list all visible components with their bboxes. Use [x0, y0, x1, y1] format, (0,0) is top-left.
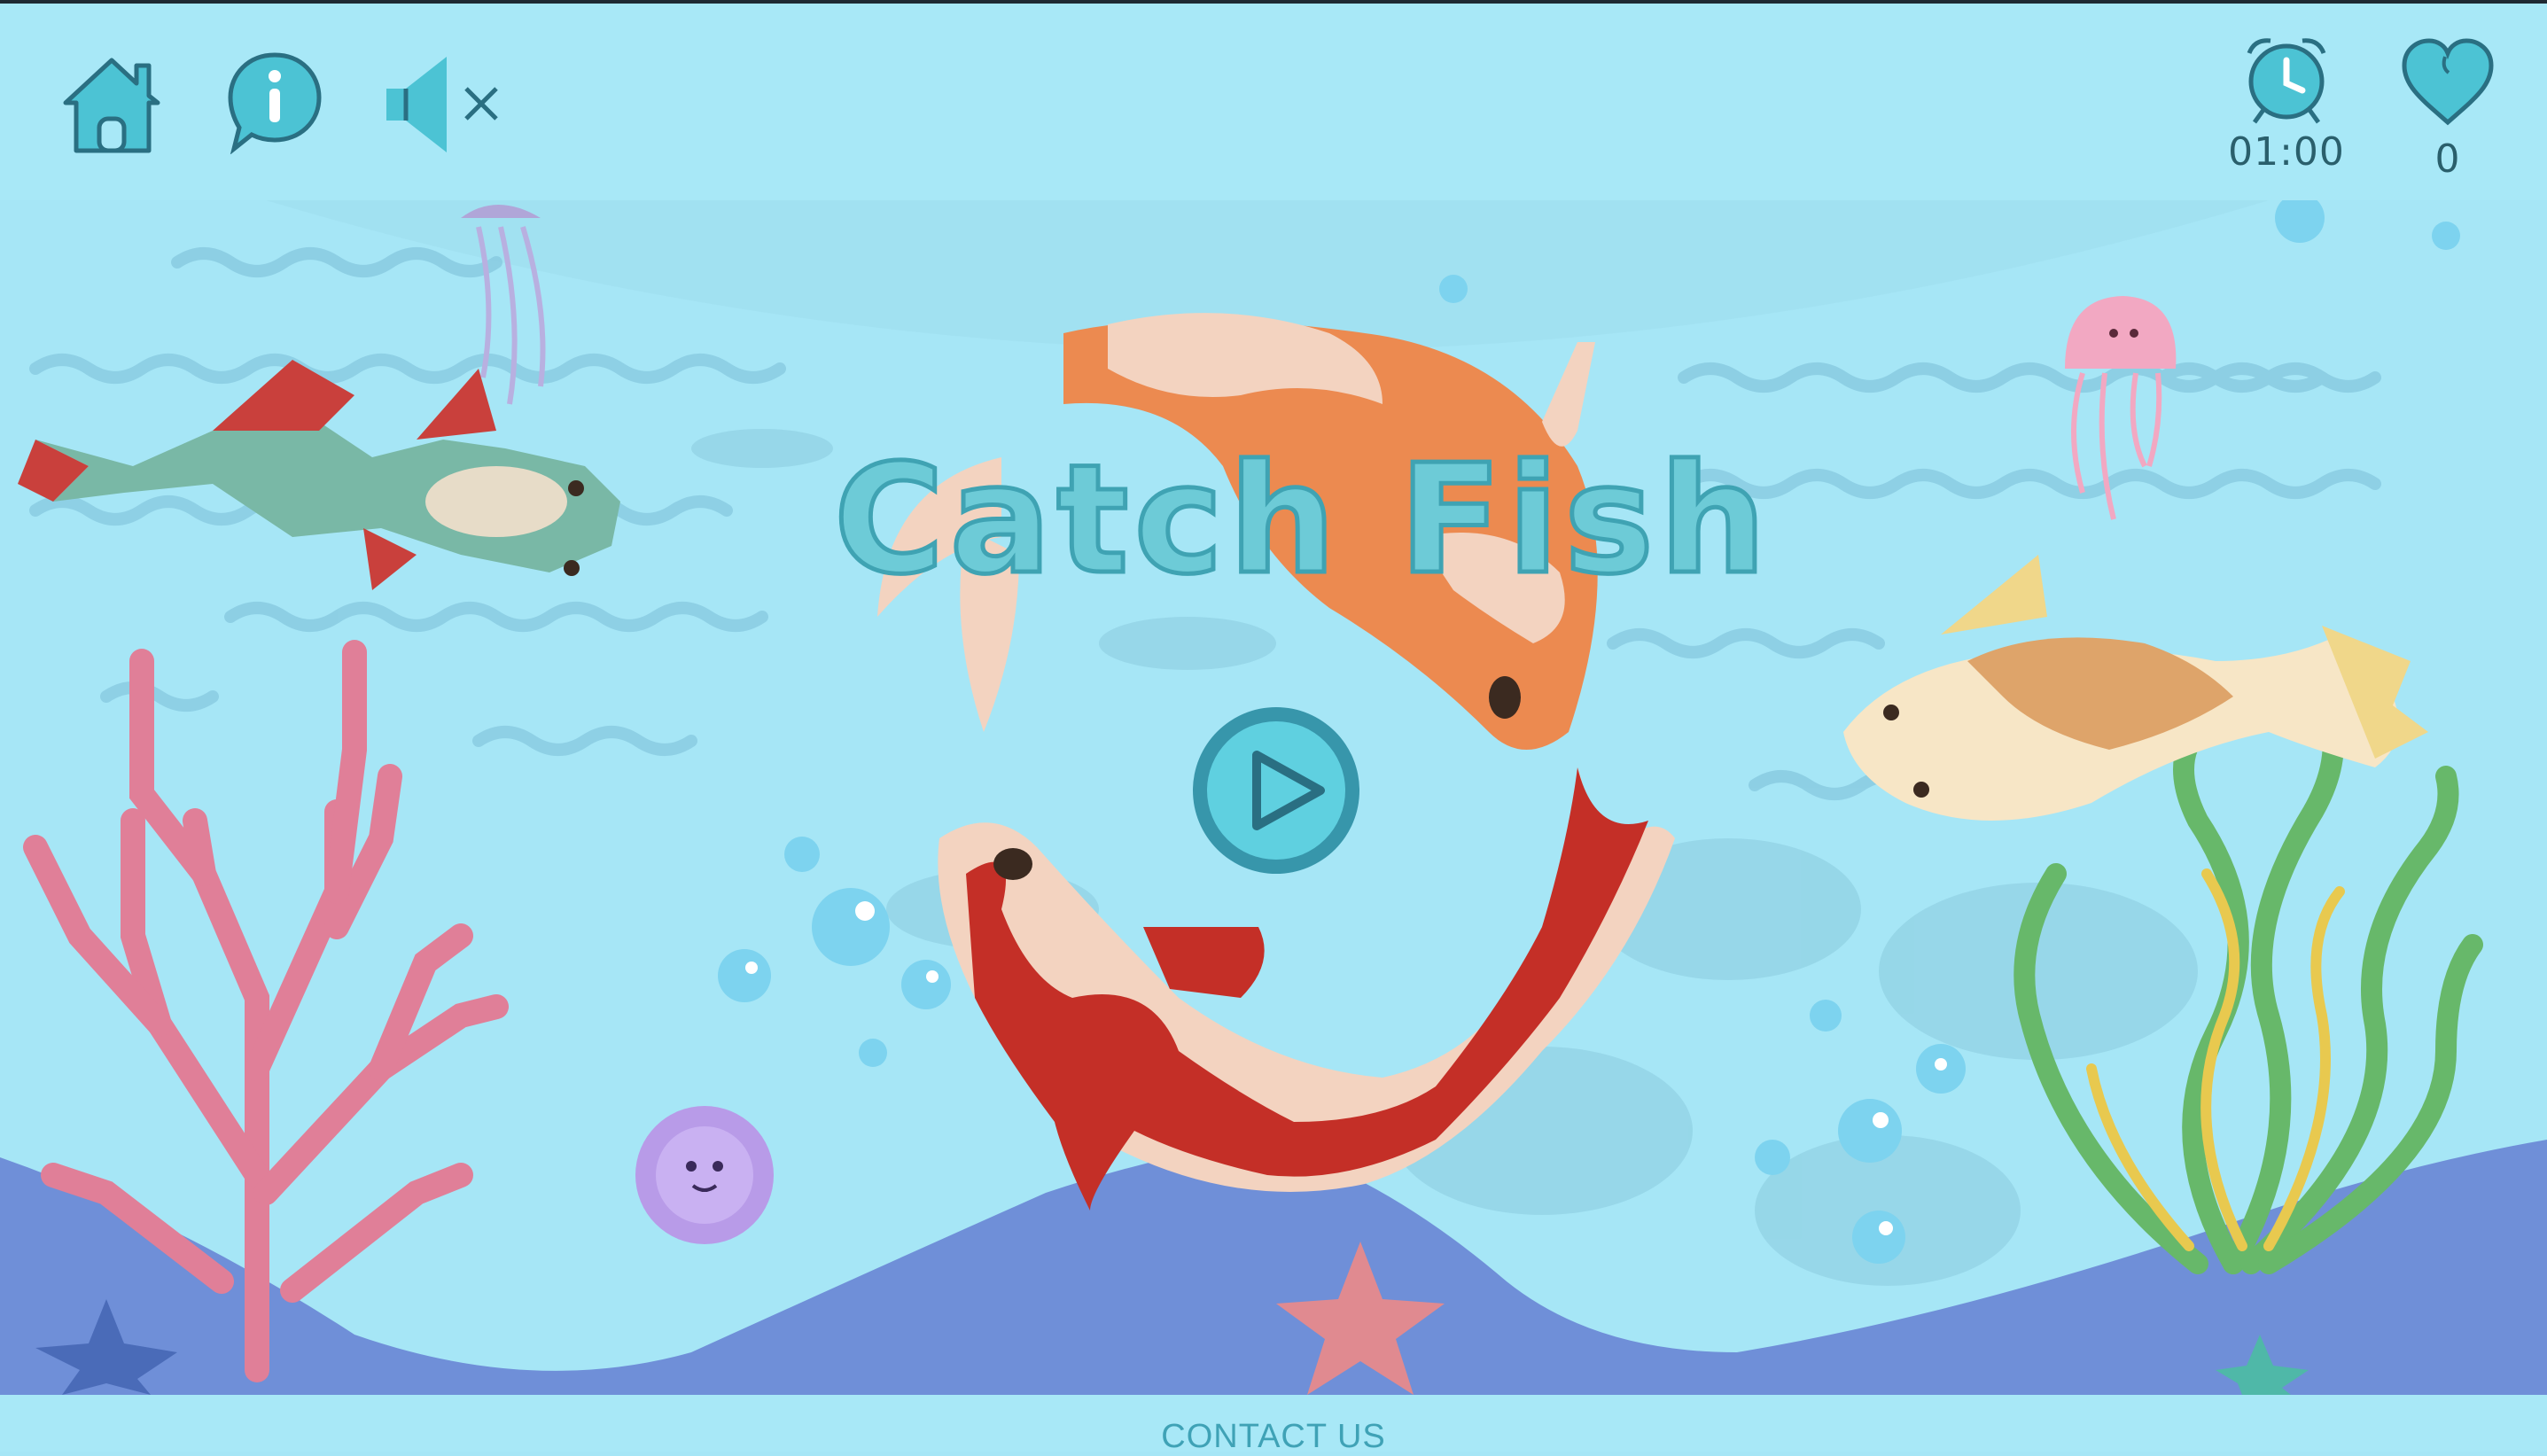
home-icon: [63, 58, 160, 153]
hearts-display: 0: [2386, 37, 2510, 182]
play-button[interactable]: [1188, 702, 1365, 879]
sound-toggle-button[interactable]: [379, 53, 503, 156]
game-hud: 01:00 0: [0, 4, 2547, 200]
hearts-value: 0: [2434, 136, 2461, 182]
timer-value: 01:00: [2228, 129, 2345, 175]
sea-urchin: [635, 1106, 774, 1244]
alarm-clock-icon: [2247, 38, 2326, 124]
info-icon: [228, 52, 322, 154]
heart-icon: [2402, 38, 2494, 126]
footer: CONTACT US: [0, 1395, 2547, 1455]
play-icon: [1193, 707, 1359, 874]
game-title: Catch Fish: [831, 431, 1772, 611]
contact-us-link[interactable]: CONTACT US: [1161, 1418, 1386, 1456]
timer-display: 01:00: [2216, 34, 2357, 175]
sound-muted-icon: [386, 57, 498, 152]
info-button[interactable]: [225, 50, 324, 154]
home-button[interactable]: [57, 48, 167, 158]
